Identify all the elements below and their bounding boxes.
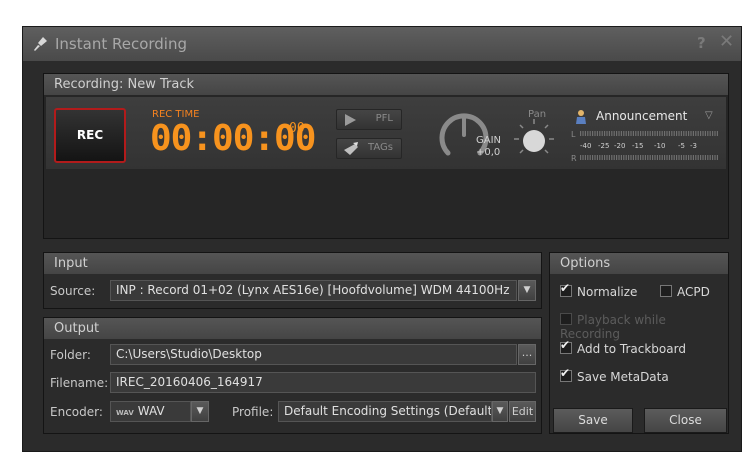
meter-right-bar [580,155,718,160]
gain-label: GAIN [476,135,502,146]
encoder-label: Encoder: [50,405,103,419]
checkbox-unchecked[interactable] [660,285,672,297]
source-label: Source: [50,284,96,298]
speaker-select[interactable]: Announcement [596,109,687,123]
gain-value: +0,0 [476,147,501,158]
output-header: Output [44,318,541,339]
acpd-checkbox[interactable]: ACPD [660,285,710,299]
chevron-down-icon[interactable]: ▽ [705,110,713,121]
tags-label: TAGs [368,142,393,153]
recording-header: Recording: New Track [44,74,728,95]
pfl-label: PFL [375,113,393,124]
chevron-down-icon[interactable]: ▼ [191,401,209,422]
instant-recording-window: Instant Recording ? ✕ Recording: New Tra… [22,26,742,452]
level-meter: L -40 -25 -20 -15 -10 -5 -3 R [571,130,718,163]
folder-field[interactable]: C:\Users\Studio\Desktop [110,344,517,365]
meter-scale-label: -25 [598,142,609,150]
meter-scale-label: -10 [654,142,665,150]
pfl-button[interactable]: PFL [336,109,402,130]
wav-icon: WAV [116,409,134,417]
meter-scale-label: -3 [690,142,697,150]
speaker-person-icon [576,110,586,124]
meter-left-channel-label: L [571,130,576,139]
window-title: Instant Recording [55,35,187,53]
options-panel: Options Normalize ACPD Playback while Re… [549,252,729,434]
output-panel: Output Folder: C:\Users\Studio\Desktop .… [43,317,542,434]
meter-scale-label: -20 [614,142,625,150]
encoder-select[interactable]: WAV WAV [110,401,191,422]
filename-field[interactable]: IREC_20160406_164917 [110,372,536,393]
profile-label: Profile: [232,405,274,419]
profile-select[interactable]: Default Encoding Settings (Default... [278,401,492,422]
folder-label: Folder: [50,348,91,362]
source-select[interactable]: INP : Record 01+02 (Lynx AES16e) [Hoofdv… [110,280,517,301]
pan-knob[interactable] [512,117,556,161]
help-icon[interactable]: ? [697,34,706,52]
encoder-value: WAV [137,404,165,418]
tag-edit-icon [344,142,358,155]
rec-frames-display: 00 [289,121,305,136]
checkbox-disabled [560,313,572,325]
options-header: Options [550,253,728,274]
close-icon[interactable]: ✕ [719,31,734,52]
meter-right-channel-label: R [571,154,577,163]
filename-label: Filename: [50,376,109,390]
meter-scale-label: -5 [678,142,685,150]
normalize-checkbox[interactable]: Normalize [560,281,637,299]
meter-left-bar [580,131,718,136]
checkbox-checked[interactable] [560,338,572,354]
meter-scale-label: -15 [632,142,643,150]
save-metadata-checkbox[interactable]: Save MetaData [560,366,669,384]
playback-checkbox: Playback while Recording [560,313,666,341]
close-button[interactable]: Close [644,408,727,433]
save-button[interactable]: Save [553,408,633,433]
recording-panel: Recording: New Track REC REC TIME 00:00:… [43,73,729,239]
play-icon [345,114,356,126]
browse-folder-button[interactable]: ... [518,344,536,365]
input-panel: Input Source: INP : Record 01+02 (Lynx A… [43,252,542,309]
tags-button[interactable]: TAGs [336,138,402,159]
input-header: Input [44,253,541,274]
title-bar[interactable]: Instant Recording ? ✕ [23,27,741,61]
microphone-icon [34,37,47,51]
chevron-down-icon[interactable]: ▼ [492,401,508,422]
meter-scale-label: -40 [580,142,591,150]
chevron-down-icon[interactable]: ▼ [518,280,536,301]
rec-button[interactable]: REC [54,108,126,163]
add-to-trackboard-checkbox[interactable]: Add to Trackboard [560,338,686,356]
checkbox-checked[interactable] [560,366,572,382]
checkbox-checked[interactable] [560,281,572,297]
edit-profile-button[interactable]: Edit [509,401,536,422]
